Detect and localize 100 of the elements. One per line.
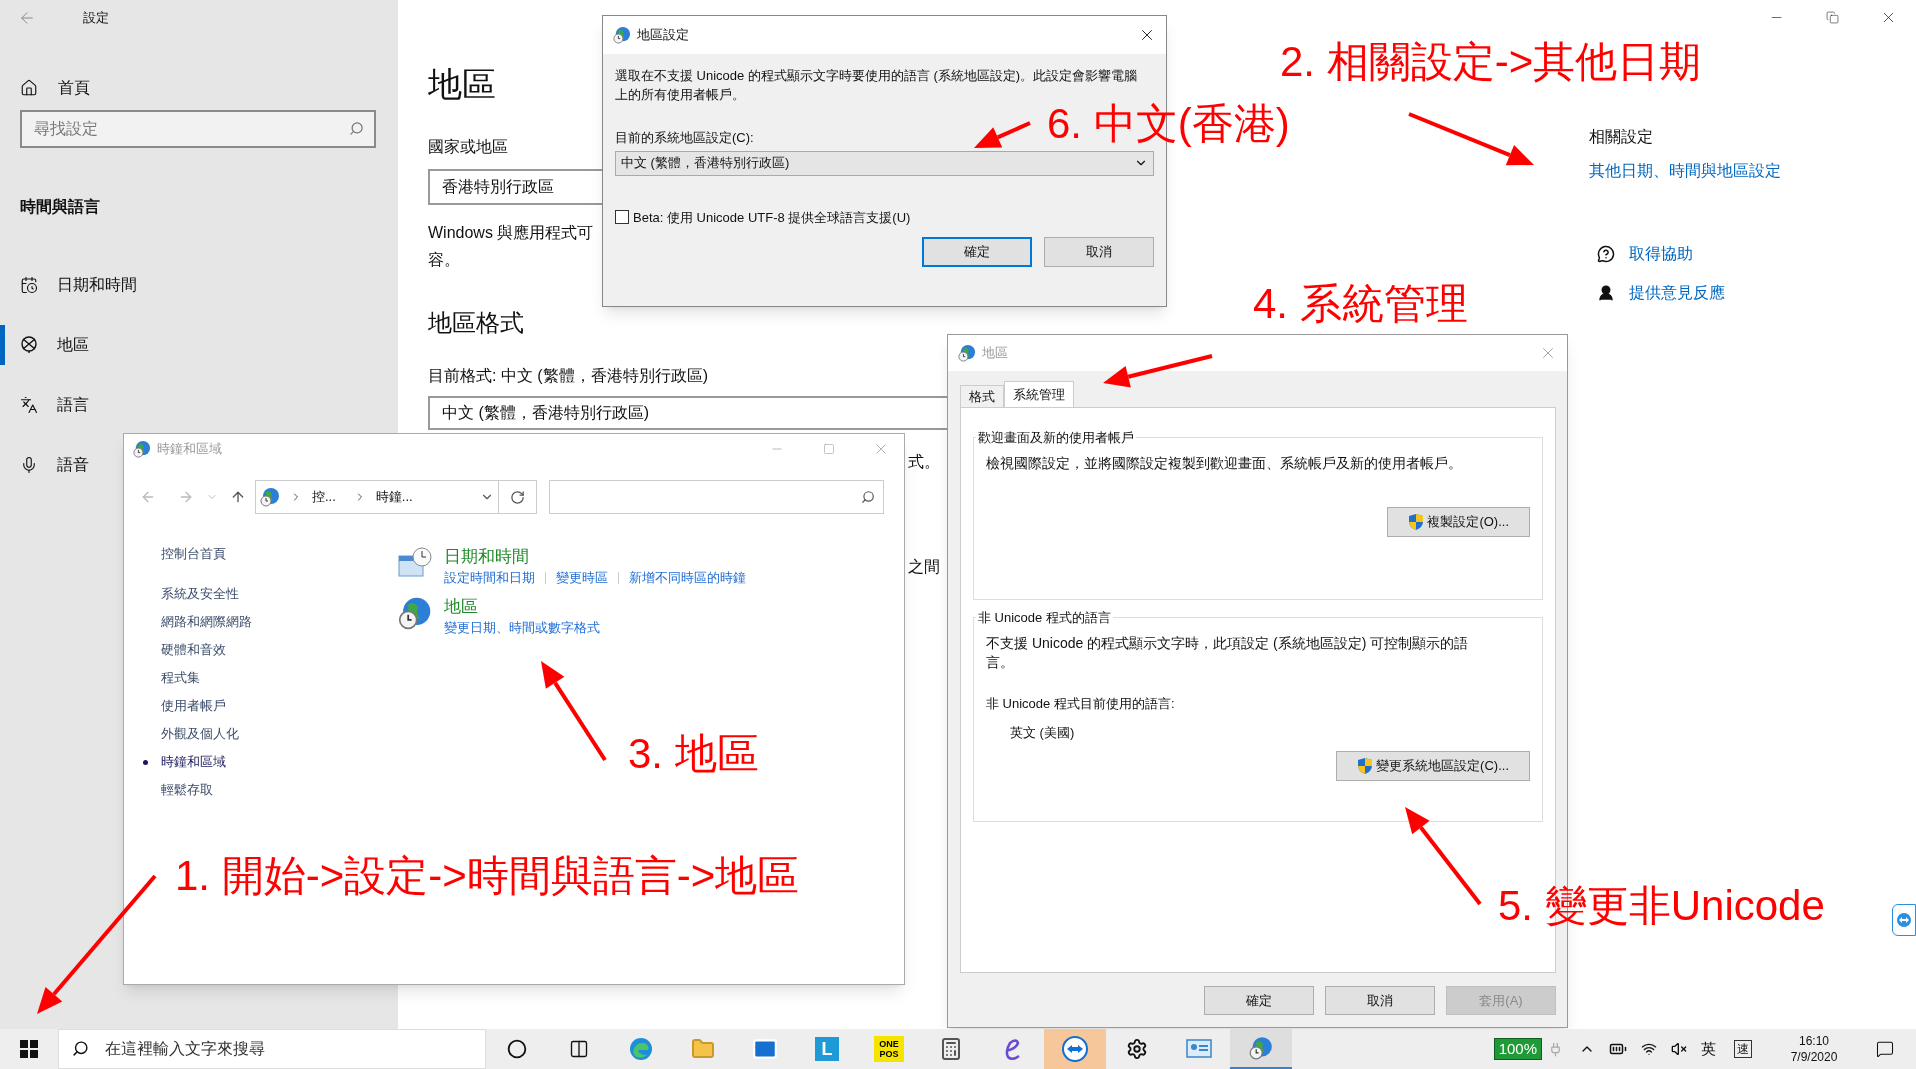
input-mode[interactable]: 速 [1734,1040,1752,1058]
globe-icon [260,487,280,507]
annotation: 3. 地區 [628,729,759,779]
category-heading[interactable]: 日期和時間 [444,546,746,568]
field-label: 非 Unicode 程式目前使用的語言: [986,694,1176,713]
bullet-icon [143,759,148,765]
address-bar[interactable]: 控... 時鐘... [255,480,499,514]
category-link[interactable]: 設定時間和日期 [444,568,535,588]
nav-item[interactable]: 語音 [0,445,97,485]
settings-icon [1126,1038,1148,1060]
breadcrumb[interactable]: 時鐘... [375,487,413,507]
restore-icon[interactable] [1825,10,1839,24]
notifications-icon[interactable] [1876,1040,1894,1058]
search-icon [72,1040,89,1057]
category-link[interactable]: 變更時區 [556,568,608,588]
home-icon [20,79,38,97]
nav-link[interactable]: 使用者帳戶 [142,692,354,720]
section-heading: 地區格式 [428,308,524,338]
input-language[interactable]: 英 [1701,1037,1716,1061]
clock[interactable]: 16:10 7/9/2020 [1778,1033,1850,1065]
group-title: 歡迎畫面及新的使用者帳戶 [977,429,1135,447]
description-text: 容。 [428,250,460,270]
globe-icon [958,344,976,362]
app-logo: L [815,1037,839,1061]
help-icon [1597,245,1615,263]
nav-link[interactable]: 外觀及個人化 [142,720,354,748]
shield-icon [1357,756,1374,775]
globe-icon [133,440,151,458]
dialog-button[interactable]: 取消 [1044,237,1154,267]
category-heading[interactable]: 地區 [444,596,600,618]
volume-muted-icon[interactable] [1671,1041,1687,1057]
battery-meter: 100% [1493,1038,1542,1060]
page-heading: 地區 [428,64,496,105]
search-field[interactable] [549,480,884,514]
annotation: 5. 變更非Unicode [1498,881,1825,931]
language-icon [20,396,38,414]
nav-item[interactable]: 日期和時間 [0,265,145,305]
group-title: 非 Unicode 程式的語言 [977,609,1112,627]
utf8-checkbox[interactable]: Beta: 使用 Unicode UTF-8 提供全球語言支援(U) [615,207,1154,227]
annotation: 4. 系統管理 [1253,279,1468,329]
description-text: 檢視國際設定，並將國際設定複製到歡迎畫面、系統帳戶及新的使用者帳戶。 [986,453,1463,473]
nav-link[interactable]: 硬體和音效 [142,636,354,664]
task-view-icon [569,1039,589,1059]
related-heading: 相關設定 [1589,127,1653,147]
nav-item[interactable]: 語言 [0,385,97,425]
annotation: 2. 相關設定->其他日期 [1280,37,1702,87]
nav-link[interactable]: 系統及安全性 [142,580,354,608]
taskbar-app[interactable]: ONE POS [858,1029,920,1069]
window-title: 設定 [83,9,109,28]
nav-link[interactable]: 控制台首頁 [142,540,354,568]
tab[interactable]: 格式 [960,385,1004,407]
locale-dropdown[interactable]: 中文 (繁體，香港特別行政區) [615,150,1154,176]
nav-link[interactable]: 程式集 [142,664,354,692]
field-label: 目前的系統地區設定(C): [615,129,754,147]
home-item[interactable]: 首頁 [0,70,398,106]
calendar-clock-icon [398,546,432,580]
nav-link[interactable]: 時鐘和區域 [142,748,354,776]
side-tab-icon[interactable] [1892,904,1916,936]
refresh-icon[interactable] [510,489,525,505]
wifi-icon[interactable] [1641,1041,1657,1057]
search-field[interactable]: 尋找設定 [20,110,376,148]
breadcrumb[interactable]: 控... [312,487,336,507]
calculator-icon [939,1037,963,1061]
app-logo: ONE POS [874,1036,904,1062]
calendar-icon [20,276,38,294]
dialog-title: 地區設定 [637,26,690,45]
current-format-text: 目前格式: 中文 (繁體，香港特別行政區) [428,366,708,386]
window-title: 時鐘和區域 [157,440,223,459]
microphone-icon [20,456,38,474]
shield-icon [1408,512,1425,531]
circle-icon [507,1039,527,1059]
related-link[interactable]: 其他日期、時間與地區設定 [1589,160,1781,182]
page-text: 式。 [908,452,940,472]
globe-icon [20,336,38,354]
dialog-button[interactable]: 確定 [922,237,1032,267]
category-link[interactable]: 變更日期、時間或數字格式 [444,618,600,638]
globe-icon [398,596,432,630]
help-link[interactable]: 取得協助 [1589,243,1725,265]
nav-item[interactable]: 地區 [0,325,97,365]
nav-link[interactable]: 網路和網際網路 [142,608,354,636]
category-link[interactable]: 新增不同時區的時鐘 [629,568,746,588]
search-icon [349,121,364,136]
up-icon[interactable] [230,489,246,505]
taskbar-search-field[interactable]: 在這裡輸入文字來搜尋 [58,1029,486,1069]
id-card-icon [1186,1038,1212,1060]
browser-icon [629,1037,653,1061]
section-heading: 時間與語言 [20,197,101,217]
dialog-button[interactable]: 確定 [1204,986,1314,1015]
help-link[interactable]: 提供意見反應 [1589,282,1725,304]
description-text: 不支援 Unicode 的程式顯示文字時，此項設定 (系統地區設定) 可控制顯示的語言。 [986,633,1470,672]
tab[interactable]: 系統管理 [1004,381,1074,407]
arrow [974,121,1031,148]
nav-link[interactable]: 輕鬆存取 [142,776,354,804]
feedback-icon [1597,284,1615,302]
globe-icon [1249,1036,1273,1060]
windows-logo-icon[interactable] [20,1040,38,1058]
admin-button[interactable]: 變更系統地區設定(C)... [1336,750,1530,781]
dialog-button[interactable]: 取消 [1325,986,1435,1015]
folder-icon [691,1037,715,1061]
admin-button[interactable]: 複製設定(O)... [1387,506,1530,537]
